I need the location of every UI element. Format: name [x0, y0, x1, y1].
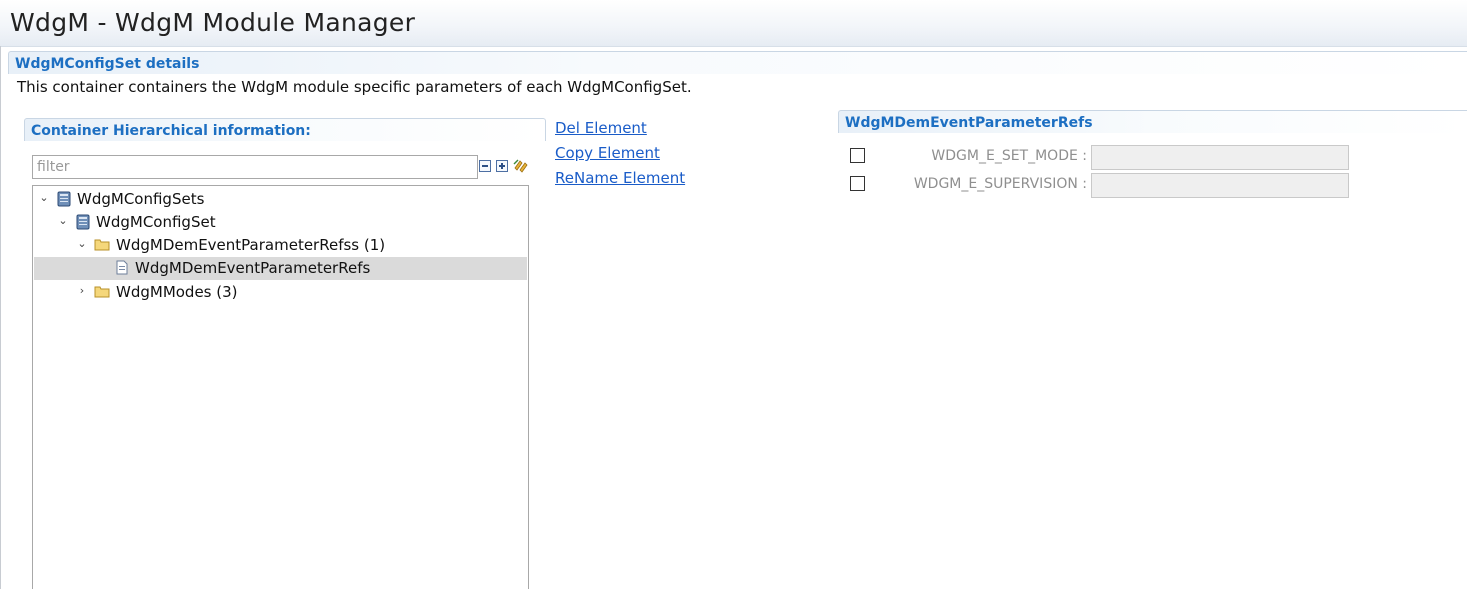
folder-icon [94, 239, 110, 251]
hierarchy-tree[interactable]: ⌄ WdgMConfigSets ⌄ WdgMConfigSet ⌄ WdgMD… [32, 185, 529, 589]
chevron-down-icon[interactable]: ⌄ [58, 215, 68, 226]
supervision-label: WDGM_E_SUPERVISION : [913, 176, 1087, 192]
dem-group-title: WdgMDemEventParameterRefs [845, 115, 1093, 131]
hierarchy-title: Container Hierarchical information: [31, 123, 311, 139]
collapse-all-icon[interactable] [479, 160, 491, 172]
section-title: WdgMConfigSet details [15, 56, 200, 72]
tree-item-dem-event-parameter-refss[interactable]: ⌄ WdgMDemEventParameterRefss (1) [34, 234, 527, 257]
copy-element-link[interactable]: Copy Element [555, 144, 660, 162]
set-mode-label: WDGM_E_SET_MODE : [931, 148, 1087, 164]
tree-item-wdgmconfigsets[interactable]: ⌄ WdgMConfigSets [34, 188, 527, 211]
chevron-right-icon[interactable]: › [77, 285, 87, 296]
tree-item-label: WdgMConfigSets [77, 190, 205, 208]
config-container-icon [57, 191, 71, 207]
folder-icon [94, 286, 110, 298]
section-header: WdgMConfigSet details [8, 51, 1467, 74]
set-mode-value-field[interactable] [1091, 145, 1349, 170]
chevron-down-icon[interactable]: ⌄ [77, 238, 87, 249]
tree-item-dem-event-parameter-refs[interactable]: WdgMDemEventParameterRefs [34, 257, 527, 280]
supervision-value-field[interactable] [1091, 173, 1349, 198]
tree-item-label: WdgMModes (3) [116, 283, 238, 301]
document-icon [116, 260, 128, 275]
section-description: This container containers the WdgM modul… [17, 78, 692, 96]
config-container-icon [76, 214, 90, 230]
tree-item-wdgmconfigset[interactable]: ⌄ WdgMConfigSet [34, 211, 527, 234]
del-element-link[interactable]: Del Element [555, 119, 647, 137]
expand-all-icon[interactable] [496, 160, 508, 172]
param-row-supervision: WDGM_E_SUPERVISION : [850, 173, 1350, 199]
rename-element-link[interactable]: ReName Element [555, 169, 685, 187]
window-title: WdgM - WdgM Module Manager [10, 8, 416, 37]
hierarchy-group-header: Container Hierarchical information: [24, 118, 546, 141]
sync-icon[interactable] [512, 158, 528, 174]
supervision-checkbox[interactable] [850, 176, 865, 191]
left-border [0, 46, 1, 589]
tree-item-label: WdgMDemEventParameterRefs [135, 259, 371, 277]
tree-item-label: WdgMDemEventParameterRefss (1) [116, 236, 386, 254]
dem-group-header: WdgMDemEventParameterRefs [838, 110, 1467, 133]
chevron-down-icon[interactable]: ⌄ [39, 192, 49, 203]
module-manager-window: WdgM - WdgM Module Manager WdgMConfigSet… [0, 0, 1467, 589]
title-bar: WdgM - WdgM Module Manager [0, 0, 1467, 47]
param-row-set-mode: WDGM_E_SET_MODE : [850, 145, 1350, 171]
set-mode-checkbox[interactable] [850, 148, 865, 163]
filter-input[interactable] [32, 155, 478, 179]
tree-item-label: WdgMConfigSet [96, 213, 216, 231]
tree-item-wdgmmodes[interactable]: › WdgMModes (3) [34, 281, 527, 304]
